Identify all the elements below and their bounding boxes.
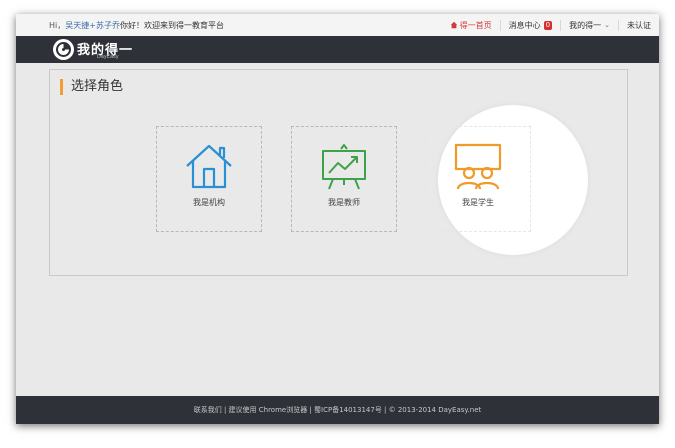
verify-status-link[interactable]: 未认证 <box>618 19 659 31</box>
user-name-link[interactable]: 吴天捷+苏子乔 <box>65 21 120 30</box>
my-account-menu[interactable]: 我的得一 ⌄ <box>560 19 618 31</box>
home-link-label: 得一首页 <box>459 20 492 30</box>
message-count-badge: 0 <box>543 20 553 30</box>
greeting-text: 你好！欢迎来到得一教育平台 <box>119 21 224 30</box>
role-card-teacher[interactable]: 我是教师 <box>291 126 397 232</box>
role-selection-panel: 选择角色 我是机构 我是教师 我是学生 <box>49 69 628 276</box>
role-card-student[interactable]: 我是学生 <box>425 126 531 232</box>
home-icon <box>450 21 457 29</box>
role-label-teacher: 我是教师 <box>328 198 360 207</box>
section-title: 选择角色 <box>60 79 123 95</box>
verify-status-label: 未认证 <box>627 20 651 30</box>
browser-page: Hi，吴天捷+苏子乔你好！欢迎来到得一教育平台 得一首页 消息中心 0 我的得一… <box>16 14 659 424</box>
role-card-institution[interactable]: 我是机构 <box>156 126 262 232</box>
site-footer: 联系我们 | 建议使用 Chrome浏览器 | 蜀ICP备14013147号 |… <box>16 396 659 424</box>
logo-mark-icon <box>53 39 74 60</box>
top-nav: 得一首页 消息中心 0 我的得一 ⌄ 未认证 <box>442 14 659 36</box>
greeting: Hi，吴天捷+苏子乔你好！欢迎来到得一教育平台 <box>49 20 224 31</box>
greeting-hi: Hi， <box>49 21 66 30</box>
chevron-down-icon: ⌄ <box>604 21 610 29</box>
message-center-label: 消息中心 <box>508 20 541 30</box>
message-center-link[interactable]: 消息中心 0 <box>499 19 560 31</box>
role-label-student: 我是学生 <box>462 198 494 207</box>
my-account-label: 我的得一 <box>569 20 602 30</box>
top-bar: Hi，吴天捷+苏子乔你好！欢迎来到得一教育平台 得一首页 消息中心 0 我的得一… <box>16 14 659 37</box>
home-link[interactable]: 得一首页 <box>442 20 500 31</box>
site-logo[interactable]: 我的得一 DayEasy <box>53 39 168 61</box>
role-label-institution: 我是机构 <box>193 198 225 207</box>
students-board-icon <box>454 143 502 190</box>
site-header: 我的得一 DayEasy <box>16 36 659 63</box>
presentation-board-icon <box>322 144 366 190</box>
logo-subtext: DayEasy <box>97 54 119 60</box>
house-icon <box>186 144 232 189</box>
